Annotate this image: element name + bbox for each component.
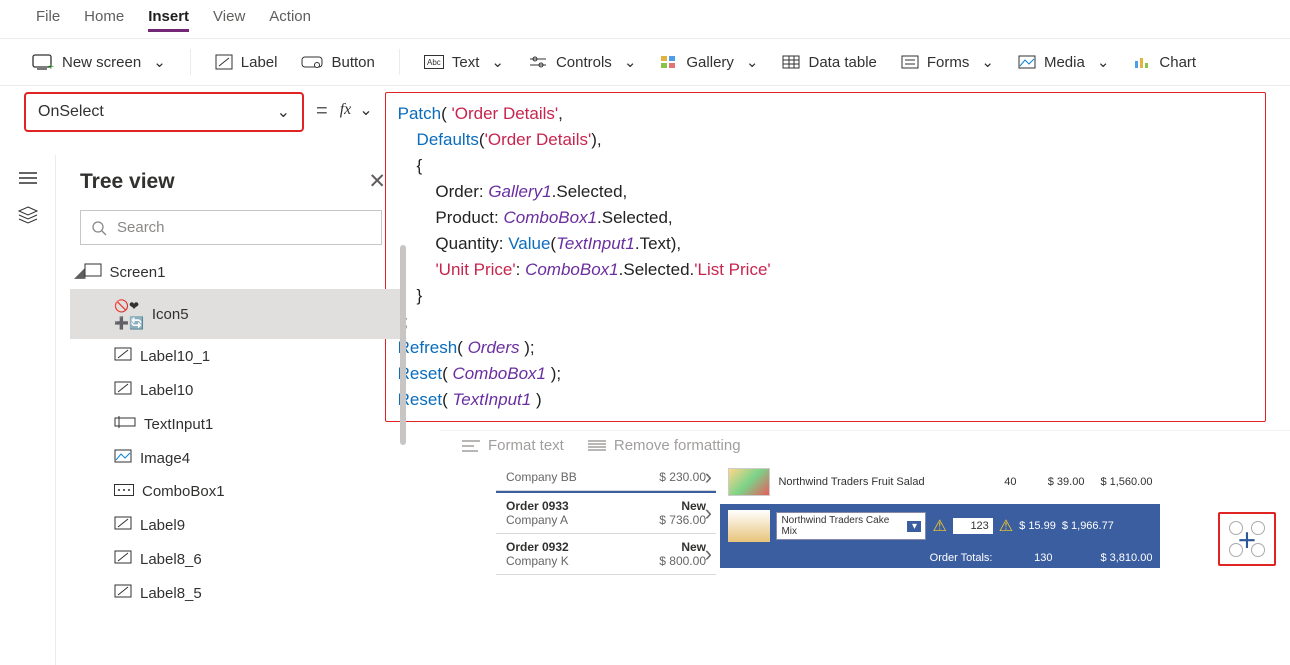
warning-icon: ⚠ xyxy=(999,516,1013,536)
tree-view-panel: Tree view ✕ Search ◢Screen1🚫❤➕🔄Icon5Labe… xyxy=(56,155,406,610)
button-button[interactable]: Button xyxy=(293,50,382,75)
svg-text:+: + xyxy=(48,62,54,70)
format-text-button[interactable]: Format text xyxy=(462,437,564,454)
screen-icon: ◢ xyxy=(74,263,102,281)
chart-icon xyxy=(1133,55,1151,69)
menu-item-action[interactable]: Action xyxy=(269,8,311,32)
canvas-area: Format text Remove formatting Company BB… xyxy=(440,430,1290,575)
sliders-icon xyxy=(528,55,548,69)
forms-dropdown[interactable]: Forms⌄ xyxy=(893,49,1002,75)
chevron-down-icon: ▾ xyxy=(907,521,921,532)
order-row[interactable]: Order 0932New Company K$ 800.00 › xyxy=(496,534,716,575)
fx-button[interactable]: fx⌄ xyxy=(340,92,373,120)
textinput-icon xyxy=(114,415,136,433)
menu-item-view[interactable]: View xyxy=(213,8,245,32)
order-row[interactable]: Company BB$ 230.00 › xyxy=(496,464,716,491)
label-icon xyxy=(114,550,132,568)
ribbon-toolbar: + New screen ⌄ Label Button Abc Text⌄ Co… xyxy=(0,39,1290,86)
quantity-input[interactable]: 123 xyxy=(953,518,993,534)
label-icon xyxy=(114,381,132,399)
button-icon xyxy=(301,54,323,70)
chevron-down-icon: ⌄ xyxy=(624,53,637,71)
label-icon xyxy=(114,347,132,365)
tree-node-label8_6[interactable]: Label8_6 xyxy=(70,542,406,576)
label-button[interactable]: Label xyxy=(207,50,286,75)
search-input[interactable]: Search xyxy=(80,210,382,245)
svg-text:Abc: Abc xyxy=(427,58,441,67)
product-combobox[interactable]: Northwind Traders Cake Mix ▾ xyxy=(776,512,926,540)
chevron-down-icon: ⌄ xyxy=(153,53,166,71)
chart-dropdown[interactable]: Chart xyxy=(1125,50,1204,75)
tree-node-icon5[interactable]: 🚫❤➕🔄Icon5 xyxy=(70,289,406,339)
chevron-down-icon: ⌄ xyxy=(359,100,372,120)
chevron-down-icon: ⌄ xyxy=(746,53,759,71)
text-icon: Abc xyxy=(424,55,444,69)
layers-icon[interactable] xyxy=(18,206,38,229)
tree-view-title: Tree view xyxy=(80,170,175,194)
formula-input[interactable]: Patch( 'Order Details', Defaults('Order … xyxy=(385,92,1266,422)
close-icon[interactable]: ✕ xyxy=(368,169,386,194)
new-screen-button[interactable]: + New screen ⌄ xyxy=(24,49,174,75)
tree-node-label10[interactable]: Label10 xyxy=(70,373,406,407)
top-menu: File Home Insert View Action xyxy=(0,0,1290,39)
menu-item-file[interactable]: File xyxy=(36,8,60,32)
tree-node-combobox1[interactable]: ComboBox1 xyxy=(70,475,406,508)
menu-item-home[interactable]: Home xyxy=(84,8,124,32)
chevron-right-icon: › xyxy=(705,541,712,567)
totals-row: Order Totals: 130 $ 3,810.00 xyxy=(720,548,1160,568)
left-rail xyxy=(0,155,56,665)
line-item[interactable]: Northwind Traders Fruit Salad 40 $ 39.00… xyxy=(720,464,1160,500)
controls-dropdown[interactable]: Controls⌄ xyxy=(520,49,644,75)
tree-list: ◢Screen1🚫❤➕🔄Icon5Label10_1Label10TextInp… xyxy=(56,255,406,610)
tree-node-label8_5[interactable]: Label8_5 xyxy=(70,576,406,610)
chevron-down-icon: ⌄ xyxy=(491,53,504,71)
scrollbar-thumb[interactable] xyxy=(400,245,406,445)
orders-gallery[interactable]: Company BB$ 230.00 › Order 0933New Compa… xyxy=(496,464,716,575)
chevron-right-icon: › xyxy=(705,500,712,526)
format-bar: Format text Remove formatting xyxy=(440,430,1290,464)
search-icon xyxy=(91,220,107,236)
tree-node-image4[interactable]: Image4 xyxy=(70,441,406,475)
forms-icon xyxy=(901,55,919,69)
chevron-down-icon: ⌄ xyxy=(1097,53,1110,71)
remove-formatting-button[interactable]: Remove formatting xyxy=(588,437,741,454)
chevron-down-icon: ⌄ xyxy=(981,53,994,71)
justify-icon xyxy=(588,440,606,452)
table-icon xyxy=(782,55,800,69)
image-icon xyxy=(114,449,132,467)
hamburger-icon[interactable] xyxy=(19,171,37,190)
chevron-right-icon: › xyxy=(705,464,712,490)
order-details: Northwind Traders Fruit Salad 40 $ 39.00… xyxy=(720,464,1160,568)
media-icon xyxy=(1018,55,1036,69)
plus-icon: ＋ xyxy=(1237,525,1257,554)
tree-node-label9[interactable]: Label9 xyxy=(70,508,406,542)
canvas-preview[interactable]: Company BB$ 230.00 › Order 0933New Compa… xyxy=(496,464,1290,575)
equals-sign: = xyxy=(316,92,328,123)
data-table-button[interactable]: Data table xyxy=(774,50,884,75)
text-dropdown[interactable]: Abc Text⌄ xyxy=(416,49,512,75)
label-icon xyxy=(114,516,132,534)
chevron-down-icon: ⌄ xyxy=(277,102,290,122)
menu-item-insert[interactable]: Insert xyxy=(148,8,189,32)
tree-node-label10_1[interactable]: Label10_1 xyxy=(70,339,406,373)
property-dropdown[interactable]: OnSelect ⌄ xyxy=(24,92,304,132)
label-icon xyxy=(215,54,233,70)
order-row[interactable]: Order 0933New Company A$ 736.00 › xyxy=(496,491,716,534)
label-icon xyxy=(114,584,132,602)
selected-line-item[interactable]: Northwind Traders Cake Mix ▾ ⚠ 123 ⚠ $ 1… xyxy=(720,504,1160,548)
tree-node-textinput1[interactable]: TextInput1 xyxy=(70,407,406,441)
product-thumb xyxy=(728,468,770,496)
media-dropdown[interactable]: Media⌄ xyxy=(1010,49,1117,75)
icon5-icon: 🚫❤➕🔄 xyxy=(114,297,144,331)
add-item-icon-selected[interactable]: ＋ xyxy=(1218,512,1276,566)
product-thumb xyxy=(728,510,770,542)
combo-icon xyxy=(114,483,134,500)
gallery-icon xyxy=(660,55,678,69)
warning-icon: ⚠ xyxy=(932,516,946,536)
gallery-dropdown[interactable]: Gallery⌄ xyxy=(652,49,766,75)
align-left-icon xyxy=(462,440,480,452)
selection-handles: ＋ xyxy=(1227,519,1267,559)
tree-node-screen1[interactable]: ◢Screen1 xyxy=(70,255,406,289)
screen-plus-icon: + xyxy=(32,54,54,70)
